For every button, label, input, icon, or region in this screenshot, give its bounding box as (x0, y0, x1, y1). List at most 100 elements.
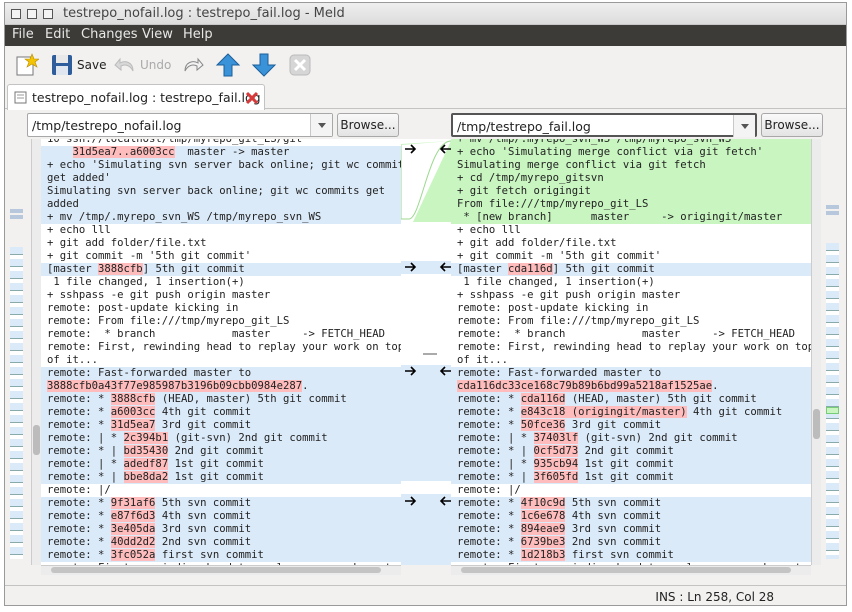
menu-changes[interactable]: Changes (81, 27, 138, 42)
text-line: of it... (451, 354, 811, 367)
left-hscroll-thumb[interactable] (51, 567, 381, 573)
line-text: + git fetch origingit (457, 185, 591, 197)
title-bar: testrepo_nofail.log : testrepo_fail.log … (5, 3, 846, 25)
left-path-combo[interactable]: /tmp/testrepo_nofail.log (27, 113, 333, 137)
line-text: remote: * (457, 536, 521, 548)
line-text: remote: First, rewinding head to replay … (47, 341, 401, 353)
right-overview-map[interactable] (822, 139, 844, 565)
menu-edit[interactable]: Edit (45, 27, 70, 42)
line-text: (git-svn) 2nd git commit (168, 432, 328, 444)
line-text: + git commit -m '5th git commit' (457, 250, 662, 262)
text-line: remote: |/ (451, 484, 811, 497)
text-line: remote: post-update kicking in (451, 302, 811, 315)
push-right-arrow-icon[interactable] (405, 496, 417, 506)
undo-button[interactable]: Undo (140, 58, 171, 72)
text-line: + sshpass -e git push origin master (451, 289, 811, 302)
line-text: remote: |/ (457, 484, 521, 496)
left-scroll-thumb[interactable] (33, 425, 40, 455)
text-line: remote: * | bbe8da2 1st git commit (41, 471, 401, 484)
line-text: added (47, 198, 79, 210)
left-scrollbar[interactable] (31, 139, 41, 565)
save-icon[interactable] (49, 52, 75, 78)
line-text: remote: | * (47, 432, 124, 444)
line-text: remote: * (457, 406, 521, 418)
inline-change: 50fce36 (520, 419, 566, 431)
text-line: remote: Fast-forwarded master to (451, 367, 811, 380)
line-text: remote: * (457, 419, 521, 431)
push-right-arrow-icon[interactable] (405, 144, 417, 154)
new-comparison-icon[interactable] (13, 52, 39, 78)
line-text: remote: From file:///tmp/myrepo_git_LS (457, 315, 700, 327)
line-text: remote: | * (457, 458, 534, 470)
push-right-arrow-icon[interactable] (405, 366, 417, 376)
line-text: remote: * (47, 497, 111, 509)
line-text: 1 file changed, 1 insertion(+) (457, 276, 655, 288)
text-line: + cd /tmp/myrepo_gitsvn (451, 172, 811, 185)
line-text: . (302, 380, 309, 392)
right-text-pane[interactable]: + mv /tmp/.myrepo_svn_WS /tmp/myrepo_svn… (451, 139, 811, 565)
undo-icon[interactable] (113, 52, 139, 78)
next-change-icon[interactable] (251, 52, 277, 78)
close-window-button[interactable] (11, 9, 21, 19)
push-left-arrow-icon[interactable] (439, 144, 451, 154)
close-tab-icon[interactable] (245, 91, 259, 105)
right-hscrollbar[interactable] (451, 565, 811, 575)
left-text-pane[interactable]: 10 ssh://localhost/tmp/myrepo_git_LS/git… (41, 139, 401, 565)
menu-file[interactable]: File (12, 27, 34, 42)
save-button[interactable]: Save (77, 58, 106, 72)
inline-change: 3f605fd (533, 471, 579, 483)
line-text: Simulating merge conflict via git fetch (457, 159, 706, 171)
left-hscrollbar[interactable] (41, 565, 401, 575)
line-text: remote: * (47, 523, 111, 535)
previous-change-icon[interactable] (215, 52, 241, 78)
menu-help[interactable]: Help (183, 27, 213, 42)
file-path-bar: /tmp/testrepo_nofail.log Browse... /tmp/… (5, 109, 846, 139)
chevron-down-icon[interactable] (733, 115, 755, 137)
right-scrollbar[interactable] (811, 139, 821, 565)
text-line: + echo 'Simulating merge conflict via gi… (451, 146, 811, 159)
line-text: (HEAD, master) 5th git commit (155, 393, 347, 405)
inline-change: 3fc052a (110, 549, 156, 561)
window-title: testrepo_nofail.log : testrepo_fail.log … (63, 6, 345, 21)
line-text: remote: | * (47, 458, 124, 470)
right-browse-button[interactable]: Browse... (761, 113, 823, 137)
right-path-combo[interactable]: /tmp/testrepo_fail.log (451, 113, 757, 137)
text-line: remote: * 40dd2d2 2nd svn commit (41, 536, 401, 549)
right-scroll-thumb[interactable] (813, 409, 820, 439)
tab-comparison[interactable]: testrepo_nofail.log : testrepo_fail.log (7, 84, 265, 110)
minimize-window-button[interactable] (27, 9, 37, 19)
menu-view[interactable]: View (142, 27, 173, 42)
push-left-arrow-icon[interactable] (439, 496, 451, 506)
right-hscroll-thumb[interactable] (461, 567, 791, 573)
maximize-window-button[interactable] (43, 9, 53, 19)
tab-label: testrepo_nofail.log : testrepo_fail.log (32, 90, 261, 105)
left-path-text: /tmp/testrepo_nofail.log (32, 118, 182, 133)
text-line: remote: | * 37403lf (git-svn) 2nd git co… (451, 432, 811, 445)
push-right-arrow-icon[interactable] (405, 262, 417, 272)
document-icon (14, 91, 27, 104)
push-left-arrow-icon[interactable] (439, 262, 451, 272)
line-text: remote: * (457, 393, 521, 405)
push-left-arrow-icon[interactable] (439, 366, 451, 376)
stop-icon[interactable] (287, 52, 313, 78)
line-text: remote: * (457, 510, 521, 522)
line-text: [master (457, 263, 509, 275)
line-text: + mv /tmp/.myrepo_svn_WS /tmp/myrepo_svn… (47, 211, 322, 223)
line-text: 1 file changed, 1 insertion(+) (47, 276, 245, 288)
line-text: + git commit -m '5th git commit' (47, 250, 252, 262)
line-text: + sshpass -e git push origin master (47, 289, 271, 301)
text-line: remote: * 3fc052a first svn commit (41, 549, 401, 562)
inline-change: cda116d (508, 263, 553, 275)
text-line: remote: * 3e405da 3rd svn commit (41, 523, 401, 536)
inline-change: 37403lf (533, 432, 579, 444)
left-overview-map[interactable] (7, 139, 29, 565)
line-text: remote: * (457, 549, 521, 561)
text-line: Simulating merge conflict via git fetch (451, 159, 811, 172)
inline-change: cda116d (520, 393, 566, 405)
line-text: + cd /tmp/myrepo_gitsvn (457, 172, 604, 184)
text-line: remote: * branch master -> FETCH_HEAD (451, 328, 811, 341)
chevron-down-icon[interactable] (310, 114, 332, 136)
left-browse-button[interactable]: Browse... (337, 113, 399, 137)
redo-icon[interactable] (179, 52, 205, 78)
text-line: remote: First, rewinding head to replay … (41, 341, 401, 354)
